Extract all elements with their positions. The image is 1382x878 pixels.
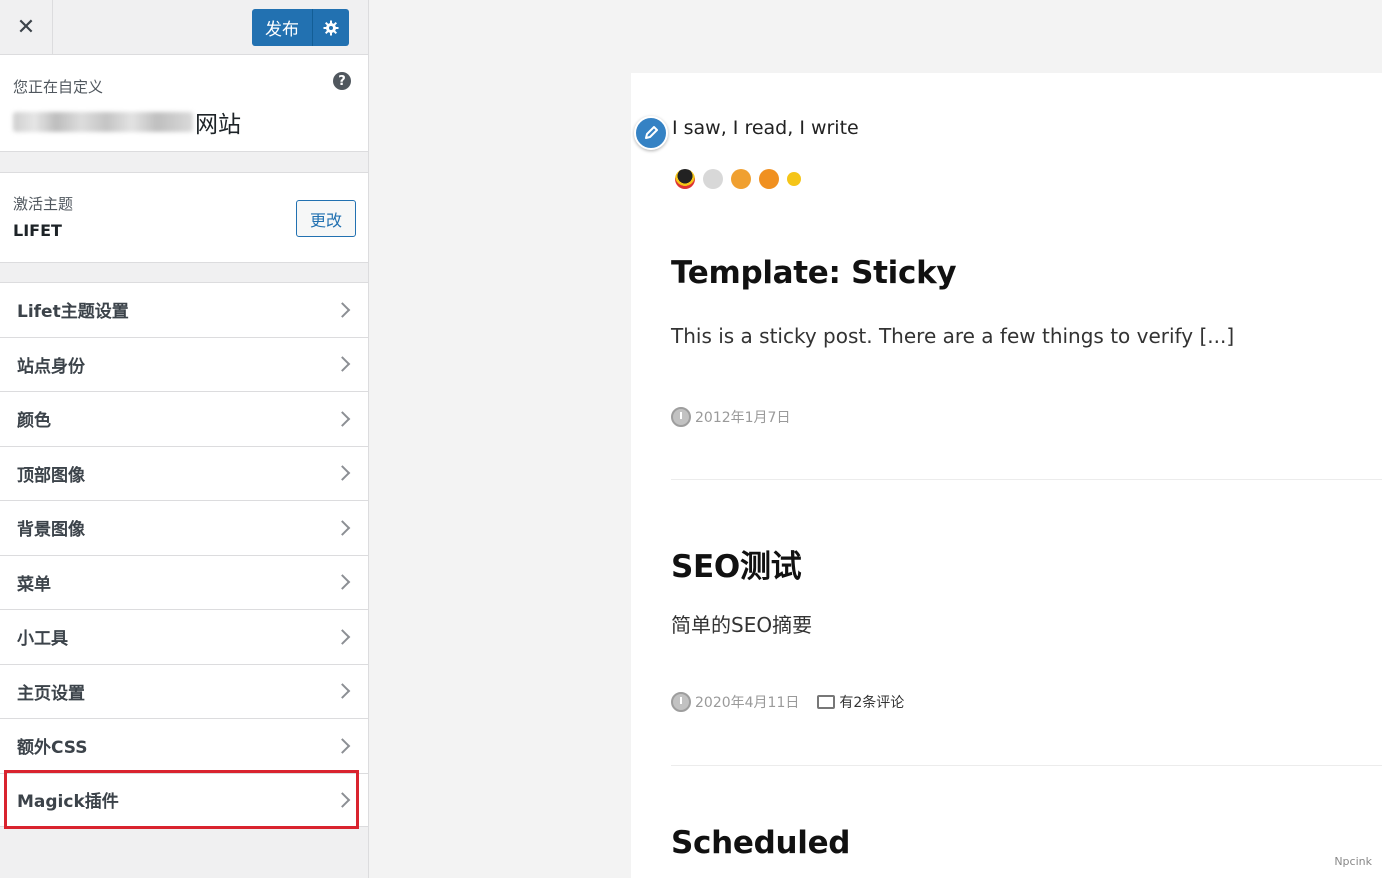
post-excerpt: This is a sticky post. There are a few t… [671, 324, 1235, 348]
panel-label: 颜色 [17, 411, 51, 432]
post-title[interactable]: Scheduled [671, 825, 851, 861]
customizing-info: 您正在自定义 网站 ? [0, 55, 368, 152]
panel-label: 小工具 [17, 629, 68, 650]
panel-site-identity[interactable]: 站点身份 [0, 336, 368, 391]
post-divider [671, 765, 1382, 766]
panel-lifet-theme-settings[interactable]: Lifet主题设置 [0, 282, 368, 337]
customizer-panel-list: Lifet主题设置 站点身份 颜色 顶部图像 背景图像 菜单 小工具 主页设置 … [0, 282, 368, 827]
post-divider [671, 479, 1382, 480]
panel-label: Lifet主题设置 [17, 302, 129, 323]
site-title: 网站 [13, 105, 241, 139]
panel-menus[interactable]: 菜单 [0, 554, 368, 609]
social-icons [675, 169, 801, 189]
chevron-right-icon [334, 574, 351, 591]
post-title[interactable]: SEO测试 [671, 541, 802, 586]
panel-widgets[interactable]: 小工具 [0, 609, 368, 664]
clock-icon [671, 692, 691, 712]
publish-button[interactable]: 发布 [252, 9, 312, 46]
post-date: 2020年4月11日 [695, 695, 800, 711]
chevron-right-icon [334, 301, 351, 318]
active-theme-name: LIFET [13, 221, 62, 240]
publish-settings-gear-icon[interactable] [312, 9, 349, 46]
chevron-right-icon [334, 356, 351, 373]
pencil-icon [645, 126, 658, 139]
post-meta: 2020年4月11日 有2条评论 [671, 692, 904, 712]
panel-homepage-settings[interactable]: 主页设置 [0, 663, 368, 718]
customizing-label: 您正在自定义 [13, 78, 104, 96]
customizer-header: ✕ 发布 [0, 0, 368, 55]
mail-icon[interactable] [731, 169, 751, 189]
change-theme-button[interactable]: 更改 [296, 200, 356, 237]
chevron-right-icon [334, 519, 351, 536]
chevron-right-icon [334, 465, 351, 482]
chevron-right-icon [334, 791, 351, 808]
qq-icon[interactable] [675, 169, 695, 189]
chevron-right-icon [334, 737, 351, 754]
panel-label: Magick插件 [17, 792, 119, 813]
panel-label: 菜单 [17, 574, 51, 595]
blurred-site-name [13, 112, 193, 132]
customizer-sidebar: ✕ 发布 您正在自定义 网站 ? 激活主题 LIFET 更改 Lifet主题设置… [0, 0, 369, 878]
panel-label: 站点身份 [17, 356, 85, 377]
weibo-icon[interactable] [759, 169, 779, 189]
active-theme-label: 激活主题 [13, 195, 74, 213]
comment-icon [817, 695, 836, 709]
watermark: Npcink [1334, 855, 1372, 868]
site-preview [631, 73, 1382, 878]
panel-label: 主页设置 [17, 683, 85, 704]
site-tagline: I saw, I read, I write [672, 117, 859, 139]
panel-header-image[interactable]: 顶部图像 [0, 445, 368, 500]
chevron-right-icon [334, 410, 351, 427]
chevron-right-icon [334, 683, 351, 700]
panel-label: 顶部图像 [17, 465, 85, 486]
panel-magick-plugin[interactable]: Magick插件 [0, 772, 368, 827]
post-excerpt: 简单的SEO摘要 [671, 613, 813, 637]
active-theme-section: 激活主题 LIFET 更改 [0, 172, 368, 263]
help-icon[interactable]: ? [333, 72, 351, 90]
panel-label: 额外CSS [17, 738, 88, 759]
clock-icon [671, 407, 691, 427]
panel-colors[interactable]: 颜色 [0, 391, 368, 446]
post-title[interactable]: Template: Sticky [671, 255, 957, 291]
post-meta: 2012年1月7日 [671, 407, 790, 427]
post-date: 2012年1月7日 [695, 410, 791, 426]
wechat-icon[interactable] [703, 169, 723, 189]
rss-icon[interactable] [787, 172, 801, 186]
panel-label: 背景图像 [17, 520, 85, 541]
gear-icon [323, 20, 339, 35]
chevron-right-icon [334, 628, 351, 645]
publish-button-group: 发布 [252, 9, 349, 46]
panel-additional-css[interactable]: 额外CSS [0, 718, 368, 773]
site-title-suffix: 网站 [195, 112, 241, 138]
edit-shortcut-pencil-icon[interactable] [634, 116, 668, 150]
post-comment-count[interactable]: 有2条评论 [839, 692, 904, 712]
panel-background-image[interactable]: 背景图像 [0, 500, 368, 555]
close-customizer-button[interactable]: ✕ [0, 0, 53, 54]
